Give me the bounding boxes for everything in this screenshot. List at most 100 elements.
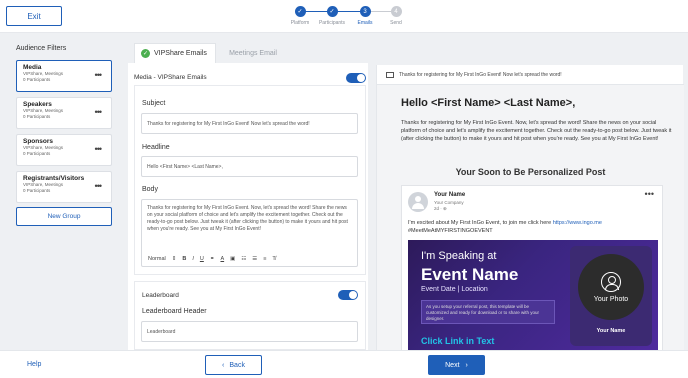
audience-name: Sponsors: [23, 138, 53, 145]
ordered-list-icon[interactable]: ☷: [241, 256, 246, 263]
clear-format-icon[interactable]: T̸: [272, 256, 275, 263]
step-number: 3: [359, 6, 371, 17]
post-author-name: Your Name: [434, 192, 466, 198]
tab-meetings-email[interactable]: Meetings Email: [218, 43, 288, 63]
headline-label: Headline: [142, 144, 170, 151]
tab-vipshare-emails[interactable]: ✓ VIPShare Emails: [134, 43, 216, 63]
post-section-title: Your Soon to Be Personalized Post: [455, 167, 606, 177]
image-icon[interactable]: ▣: [230, 256, 235, 263]
leaderboard-toggle[interactable]: [338, 290, 358, 300]
audience-card-sponsors[interactable]: Sponsors VIPShare, Meetings 0 Participan…: [16, 134, 112, 166]
preview-headline: Hello <First Name> <Last Name>,: [401, 97, 576, 109]
globe-icon: ⊕: [443, 206, 447, 211]
text-color-icon[interactable]: A: [220, 256, 224, 263]
more-options-icon[interactable]: •••: [95, 181, 103, 191]
align-icon[interactable]: ≡: [263, 256, 266, 263]
back-label: Back: [229, 361, 245, 369]
body-editor[interactable]: Thanks for registering for My First InGo…: [141, 199, 358, 267]
back-button[interactable]: ‹ Back: [205, 355, 262, 375]
step-participants[interactable]: ✓ Participants: [317, 6, 347, 26]
bold-icon[interactable]: B: [182, 256, 186, 263]
step-label: Platform: [290, 20, 310, 26]
chevron-right-icon: ›: [465, 361, 468, 369]
avatar: [408, 192, 428, 212]
mail-icon: [386, 71, 394, 78]
more-options-icon[interactable]: •••: [95, 107, 103, 117]
leaderboard-title: Leaderboard: [142, 292, 179, 299]
photo-frame: Your Photo Your Name: [570, 246, 652, 346]
exit-button[interactable]: Exit: [6, 6, 62, 26]
audience-card-registrants[interactable]: Registrants/Visitors VIPShare, Meetings …: [16, 171, 112, 203]
more-options-icon[interactable]: •••: [645, 189, 654, 199]
banner-link-text: Click Link in Text: [421, 336, 495, 346]
subject-label: Subject: [142, 100, 166, 107]
more-options-icon[interactable]: •••: [95, 70, 103, 80]
audience-name: Media: [23, 64, 42, 71]
subject-input[interactable]: Thanks for registering for My First InGo…: [141, 113, 358, 134]
step-label: Send: [390, 20, 402, 26]
check-icon: ✓: [141, 49, 150, 58]
tab-label: Meetings Email: [229, 49, 277, 57]
photo-placeholder: Your Photo: [578, 254, 644, 320]
banner-event-name: Event Name: [421, 265, 519, 284]
banner-event-date: Event Date | Location: [421, 286, 488, 293]
step-label: Emails: [357, 20, 373, 26]
audience-card-media[interactable]: Media VIPShare, Meetings 0 Participants …: [16, 60, 112, 92]
photo-label: Your Photo: [593, 295, 629, 303]
tab-label: VIPShare Emails: [154, 50, 207, 57]
link-icon[interactable]: ⚭: [210, 256, 215, 263]
footer-bar: Help ‹ Back Next ›: [0, 350, 688, 378]
body-text: Thanks for registering for My First InGo…: [147, 205, 348, 232]
step-platform[interactable]: ✓ Platform: [285, 6, 315, 26]
post-author-company: Your Company: [434, 200, 464, 205]
banner-note: As you setup your referral post, this te…: [421, 300, 555, 324]
leaderboard-header-label: Leaderboard Header: [142, 308, 207, 315]
rich-text-toolbar: Normal ⇕ B I U ⚭ A ▣ ☷ ☰ ≡ T̸: [142, 253, 357, 266]
check-icon: ✓: [294, 6, 306, 17]
new-group-button[interactable]: New Group: [16, 207, 112, 226]
italic-icon[interactable]: I: [192, 256, 194, 263]
vipshare-email-toggle[interactable]: [346, 73, 366, 83]
audience-name: Speakers: [23, 101, 52, 108]
step-label: Participants: [318, 20, 346, 26]
social-post-card: Your Name Your Company 2d · ⊕ ••• I'm ex…: [401, 185, 663, 352]
next-label: Next: [445, 361, 460, 369]
step-number: 4: [390, 6, 402, 17]
preview-body: Hello <First Name> <Last Name>, Thanks f…: [377, 85, 684, 352]
body-label: Body: [142, 186, 158, 193]
person-icon: [601, 271, 621, 292]
email-preview: Thanks for registering for My First InGo…: [376, 65, 684, 352]
post-time: 2d · ⊕: [434, 206, 447, 211]
sidebar-title: Audience Filters: [16, 45, 67, 52]
audience-count: 0 Participants: [23, 77, 51, 82]
leaderboard-header-input[interactable]: Leaderboard: [141, 321, 358, 342]
chevron-updown-icon: ⇕: [171, 256, 177, 262]
post-link[interactable]: https://www.ingo.me: [553, 220, 602, 226]
progress-stepper: ✓ Platform ✓ Participants 3 Emails 4 Sen…: [290, 6, 410, 30]
audience-count: 0 Participants: [23, 188, 51, 193]
audience-count: 0 Participants: [23, 151, 51, 156]
check-icon: ✓: [326, 6, 338, 17]
preview-subject: Thanks for registering for My First InGo…: [399, 71, 562, 78]
help-link[interactable]: Help: [27, 361, 41, 368]
format-select[interactable]: Normal: [148, 256, 166, 263]
post-hashtag: #MeetMeAtMYFIRSTINGOEVENT: [408, 228, 493, 234]
more-options-icon[interactable]: •••: [95, 144, 103, 154]
chevron-left-icon: ‹: [222, 361, 225, 369]
underline-icon[interactable]: U: [200, 256, 204, 263]
banner-line-1: I'm Speaking at: [421, 250, 497, 262]
step-emails[interactable]: 3 Emails: [350, 6, 380, 26]
top-bar: Exit ✓ Platform ✓ Participants 3 Emails …: [0, 0, 688, 33]
audience-card-speakers[interactable]: Speakers VIPShare, Meetings 0 Participan…: [16, 97, 112, 129]
audience-name: Registrants/Visitors: [23, 175, 85, 182]
photo-name: Your Name: [596, 328, 626, 334]
audience-sidebar: Audience Filters Media VIPShare, Meeting…: [7, 41, 121, 350]
bullet-list-icon[interactable]: ☰: [252, 256, 257, 263]
post-text: I'm excited about My First InGo Event, t…: [408, 220, 602, 234]
preview-subject-bar: Thanks for registering for My First InGo…: [377, 65, 684, 85]
post-banner-image: I'm Speaking at Event Name Event Date | …: [408, 240, 658, 352]
step-send[interactable]: 4 Send: [381, 6, 411, 26]
next-button[interactable]: Next ›: [428, 355, 485, 375]
headline-input[interactable]: Hello <First Name> <Last Name>,: [141, 156, 358, 177]
preview-body-text: Thanks for registering for My First InGo…: [401, 120, 672, 142]
